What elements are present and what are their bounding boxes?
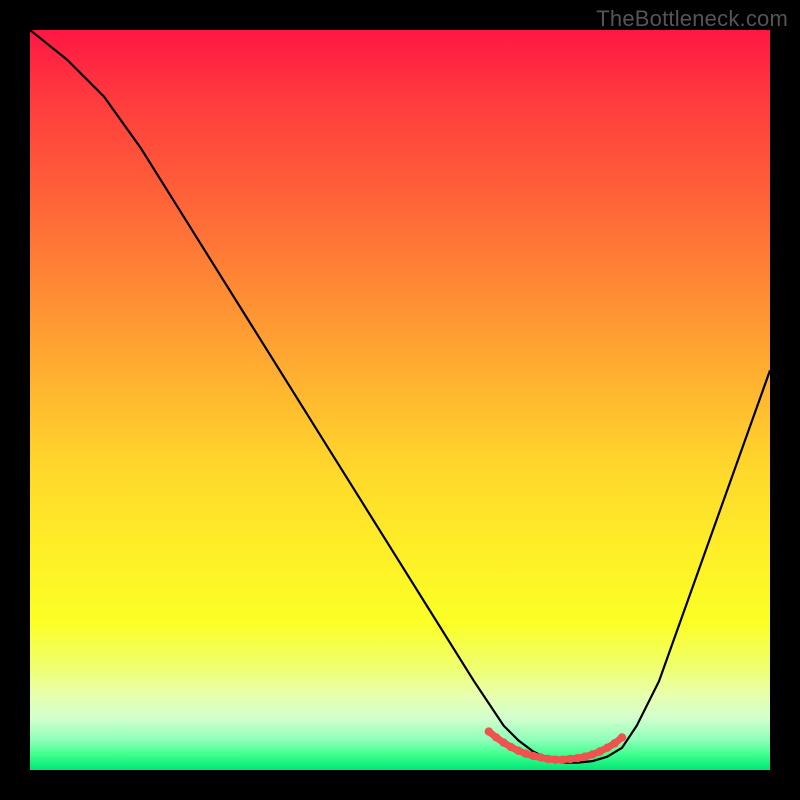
optimal-range-dot bbox=[596, 747, 604, 755]
bottleneck-curve bbox=[30, 30, 770, 763]
plot-area bbox=[30, 30, 770, 770]
optimal-range-dot bbox=[529, 752, 537, 760]
optimal-range-dot bbox=[566, 755, 574, 763]
watermark-text: TheBottleneck.com bbox=[596, 6, 788, 32]
optimal-range-dot bbox=[581, 752, 589, 760]
optimal-range-dot bbox=[492, 733, 500, 741]
optimal-range-dot bbox=[499, 738, 507, 746]
optimal-range-dot bbox=[551, 755, 559, 763]
optimal-range-dot bbox=[485, 727, 493, 735]
optimal-range-dot bbox=[522, 750, 530, 758]
optimal-range-dot bbox=[603, 744, 611, 752]
optimal-range-dot bbox=[573, 754, 581, 762]
optimal-range-dot bbox=[514, 747, 522, 755]
chart-svg bbox=[30, 30, 770, 770]
optimal-range-dot bbox=[507, 743, 515, 751]
optimal-range-dot bbox=[559, 755, 567, 763]
optimal-range-dot bbox=[618, 733, 626, 741]
optimal-range-dot bbox=[536, 753, 544, 761]
optimal-range-dot bbox=[544, 755, 552, 763]
optimal-range-dot bbox=[610, 739, 618, 747]
optimal-range-dot bbox=[588, 750, 596, 758]
chart-container: TheBottleneck.com bbox=[0, 0, 800, 800]
